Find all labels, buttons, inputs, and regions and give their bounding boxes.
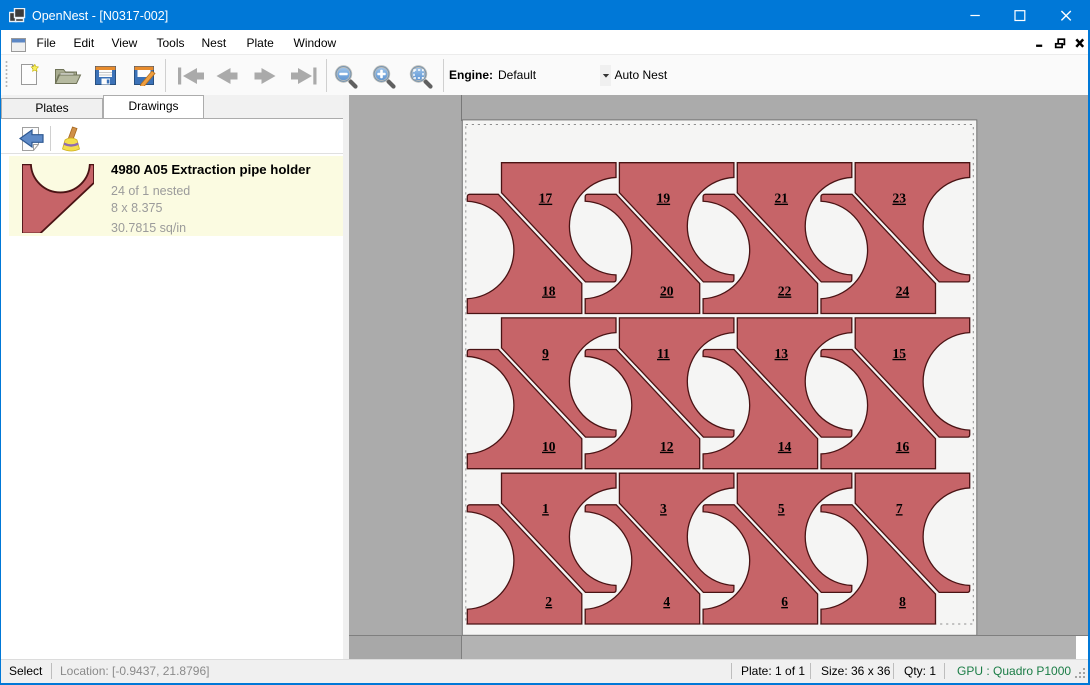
svg-text:6: 6 xyxy=(781,594,788,609)
svg-text:20: 20 xyxy=(660,283,674,298)
svg-text:8: 8 xyxy=(899,594,906,609)
svg-text:1: 1 xyxy=(542,501,549,516)
svg-text:2: 2 xyxy=(545,594,552,609)
svg-text:13: 13 xyxy=(774,346,788,361)
svg-text:15: 15 xyxy=(892,346,906,361)
svg-text:14: 14 xyxy=(778,439,792,454)
svg-text:5: 5 xyxy=(778,501,785,516)
svg-text:16: 16 xyxy=(895,439,909,454)
svg-text:18: 18 xyxy=(542,283,556,298)
svg-text:9: 9 xyxy=(542,346,549,361)
svg-text:10: 10 xyxy=(542,439,556,454)
svg-text:7: 7 xyxy=(896,501,903,516)
svg-text:23: 23 xyxy=(892,191,906,206)
svg-text:19: 19 xyxy=(656,191,670,206)
svg-text:22: 22 xyxy=(778,283,792,298)
svg-text:4: 4 xyxy=(663,594,670,609)
svg-text:3: 3 xyxy=(660,501,667,516)
svg-text:24: 24 xyxy=(895,283,909,298)
svg-text:21: 21 xyxy=(774,191,788,206)
svg-text:11: 11 xyxy=(657,346,670,361)
svg-text:12: 12 xyxy=(660,439,674,454)
svg-text:17: 17 xyxy=(538,191,552,206)
